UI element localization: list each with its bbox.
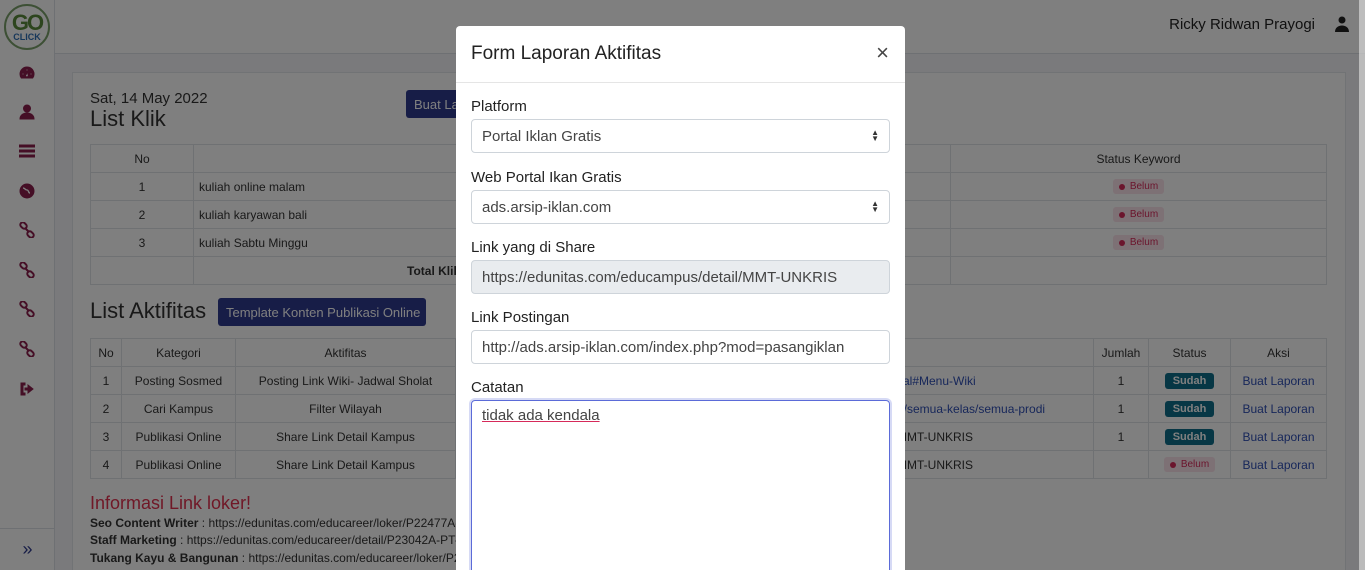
- link-postingan-input[interactable]: http://ads.arsip-iklan.com/index.php?mod…: [471, 330, 890, 364]
- select-arrow-icon: ▲ ▼: [871, 199, 879, 214]
- catatan-label: Catatan: [471, 379, 524, 396]
- link-share-value: https://edunitas.com/educampus/detail/MM…: [482, 268, 838, 286]
- platform-label: Platform: [471, 98, 527, 115]
- modal-header: Form Laporan Aktifitas ×: [456, 26, 905, 83]
- web-portal-select[interactable]: ads.arsip-iklan.com ▲ ▼: [471, 190, 890, 224]
- platform-select[interactable]: Portal Iklan Gratis ▲ ▼: [471, 119, 890, 153]
- web-portal-label: Web Portal Ikan Gratis: [471, 169, 622, 186]
- catatan-textarea[interactable]: tidak ada kendala: [471, 400, 890, 570]
- link-postingan-label: Link Postingan: [471, 309, 570, 326]
- link-share-label: Link yang di Share: [471, 239, 596, 256]
- close-icon[interactable]: ×: [876, 40, 889, 66]
- web-portal-value: ads.arsip-iklan.com: [482, 198, 612, 216]
- link-share-field: https://edunitas.com/educampus/detail/MM…: [471, 260, 890, 294]
- modal-title: Form Laporan Aktifitas: [471, 43, 662, 64]
- platform-value: Portal Iklan Gratis: [482, 127, 602, 145]
- catatan-value: tidak ada kendala: [482, 407, 600, 424]
- form-laporan-modal: Form Laporan Aktifitas × Platform Portal…: [456, 26, 905, 570]
- page-scrollbar[interactable]: [1359, 0, 1365, 570]
- link-postingan-value: http://ads.arsip-iklan.com/index.php?mod…: [482, 338, 845, 356]
- select-arrow-icon: ▲ ▼: [871, 128, 879, 143]
